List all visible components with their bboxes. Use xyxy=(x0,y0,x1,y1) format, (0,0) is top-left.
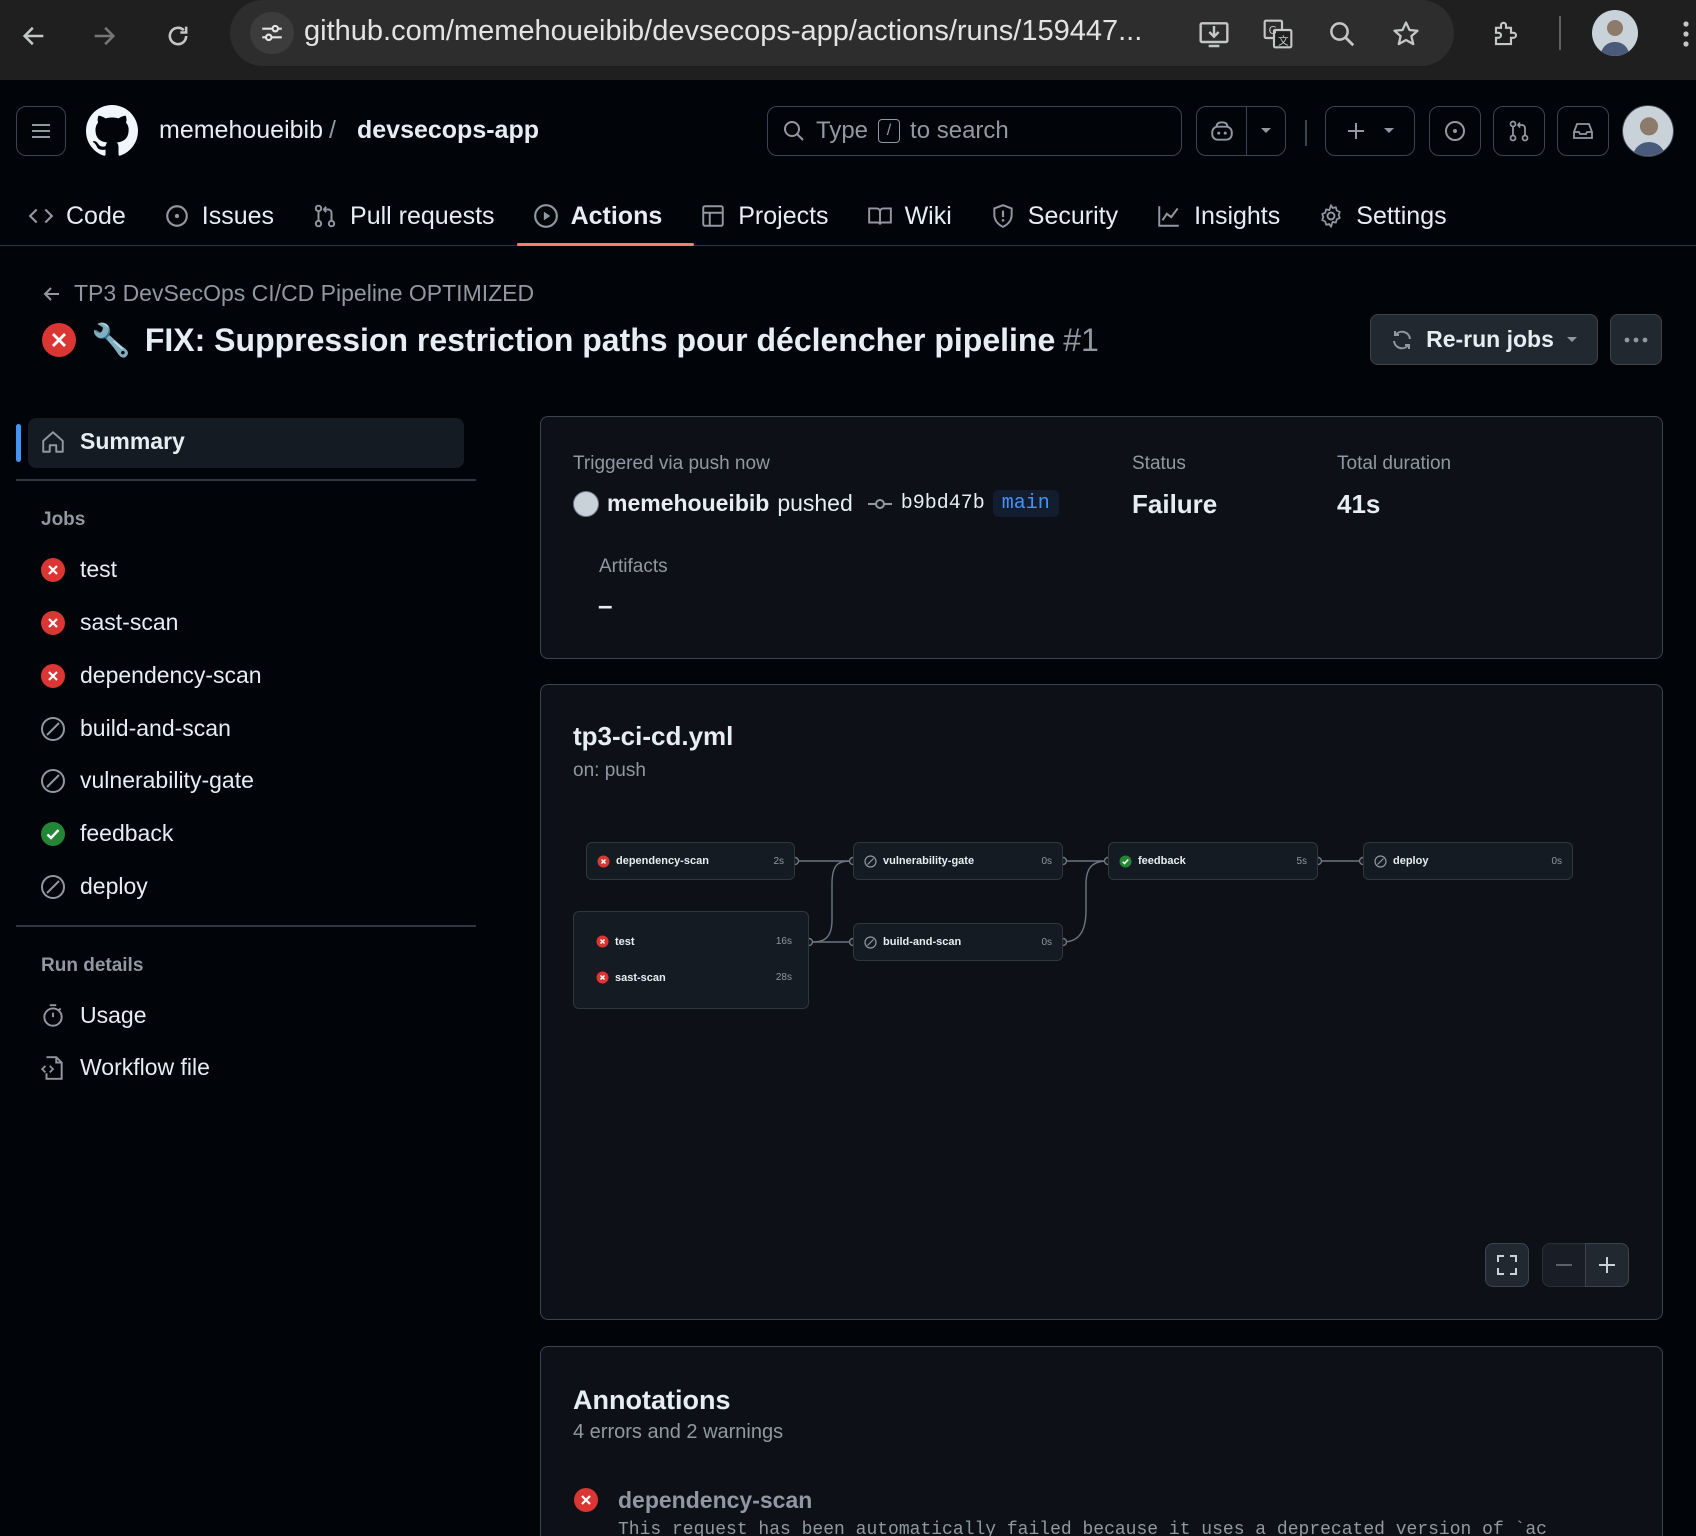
node-label: build-and-scan xyxy=(883,936,962,948)
node-duration: 0s xyxy=(1041,855,1052,867)
node-label: vulnerability-gate xyxy=(883,855,975,867)
graph-node-vulnerability-gate[interactable]: vulnerability-gate 0s xyxy=(853,842,1063,880)
annotation-job-link[interactable]: dependency-scan xyxy=(618,1487,812,1514)
graph-edges xyxy=(790,856,1368,947)
node-duration: 0s xyxy=(1041,936,1052,948)
plus-icon xyxy=(1596,1254,1618,1276)
graph-matrix-group: test 16s sast-scan 28s xyxy=(573,911,809,1009)
graph-node-sast-scan[interactable]: sast-scan 28s xyxy=(596,971,792,984)
zoom-in-button[interactable] xyxy=(1585,1243,1629,1287)
skip-icon xyxy=(1374,854,1387,868)
annotations-subtitle: 4 errors and 2 warnings xyxy=(573,1421,784,1443)
annotation-message: This request has been automatically fail… xyxy=(618,1520,1547,1536)
node-label: feedback xyxy=(1138,855,1186,867)
x-circle-fill-icon xyxy=(596,935,609,948)
node-duration: 5s xyxy=(1296,855,1307,867)
node-label: test xyxy=(615,935,635,948)
node-label: deploy xyxy=(1393,855,1429,867)
skip-icon xyxy=(864,935,877,949)
zoom-out-button[interactable] xyxy=(1542,1243,1586,1287)
dash-icon xyxy=(1553,1254,1575,1276)
graph-node-dependency-scan[interactable]: dependency-scan 2s xyxy=(586,842,795,880)
node-duration: 16s xyxy=(775,936,792,947)
fullscreen-button[interactable] xyxy=(1485,1243,1529,1287)
x-circle-fill-icon xyxy=(597,855,610,868)
node-duration: 0s xyxy=(1551,855,1562,867)
node-label: sast-scan xyxy=(615,971,666,984)
graph-node-feedback[interactable]: feedback 5s xyxy=(1108,842,1318,880)
x-circle-fill-icon xyxy=(596,971,609,984)
annotations-title: Annotations xyxy=(573,1385,731,1415)
check-circle-fill-icon xyxy=(1119,855,1132,868)
graph-node-test[interactable]: test 16s xyxy=(596,935,792,948)
graph-node-build-and-scan[interactable]: build-and-scan 0s xyxy=(853,923,1063,961)
screen-full-icon xyxy=(1495,1253,1519,1277)
skip-icon xyxy=(864,854,877,868)
graph-node-deploy[interactable]: deploy 0s xyxy=(1363,842,1573,880)
node-duration: 2s xyxy=(773,855,784,867)
node-duration: 28s xyxy=(775,972,792,983)
node-label: dependency-scan xyxy=(616,855,709,867)
x-circle-icon xyxy=(573,1487,599,1513)
